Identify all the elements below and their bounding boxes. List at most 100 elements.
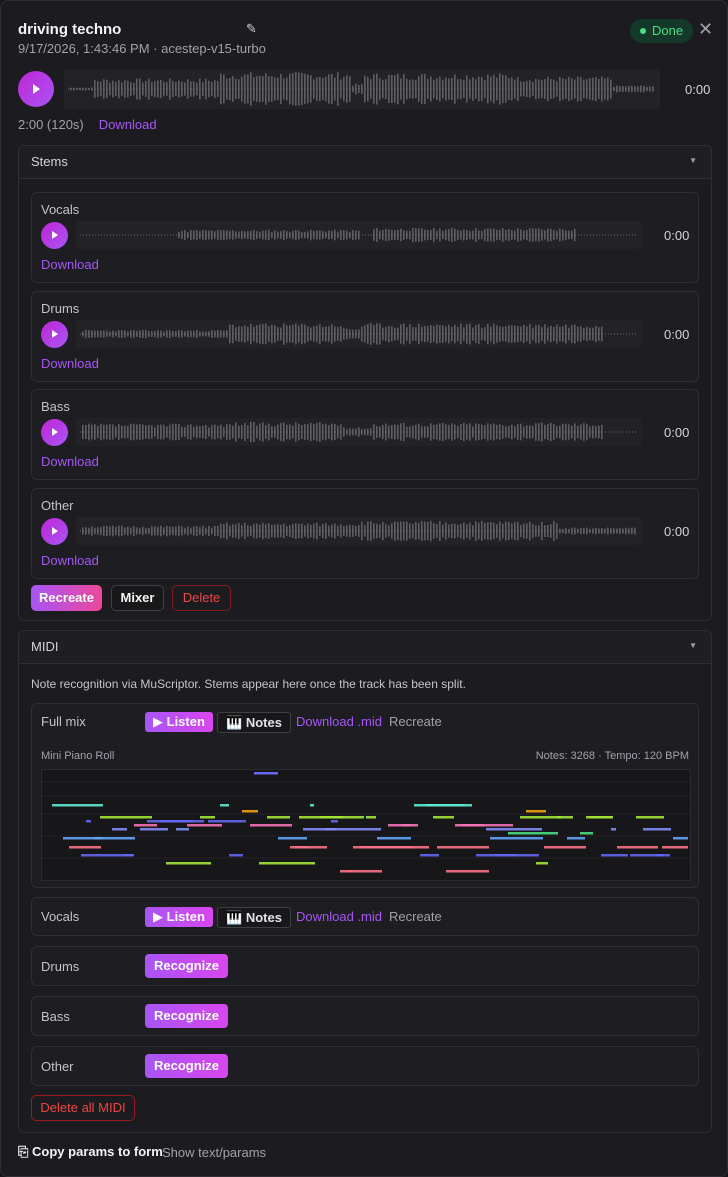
main-waveform[interactable] <box>64 69 660 109</box>
waveform-bar <box>322 230 324 240</box>
download-link[interactable]: Download <box>41 356 99 371</box>
play-icon: ▶ <box>153 909 163 924</box>
waveform-bar <box>358 525 360 537</box>
waveform-bar <box>580 77 582 101</box>
waveform-bar <box>364 75 366 103</box>
waveform-bar <box>484 80 486 98</box>
show-text-params-link[interactable]: Show text/params <box>162 1145 266 1160</box>
download-link[interactable]: Download <box>99 117 157 132</box>
mixer-button[interactable]: Mixer <box>111 585 164 611</box>
waveform-bar <box>529 323 531 345</box>
waveform-bar <box>262 422 264 442</box>
listen-button[interactable]: ▶ Listen <box>145 907 213 927</box>
waveform-bar <box>487 522 489 540</box>
waveform-bar <box>373 74 375 104</box>
status-dot-icon <box>640 27 646 34</box>
copy-params-button[interactable]: ⎘ Copy params to form <box>18 1144 163 1160</box>
stems-header[interactable]: Stems ▼ <box>19 146 711 179</box>
waveform-bar <box>364 325 366 343</box>
stem-waveform[interactable] <box>76 418 642 446</box>
waveform-bar <box>259 231 261 239</box>
midi-row-name: Bass <box>41 1009 70 1024</box>
stem-waveform[interactable] <box>76 320 642 348</box>
waveform-bar <box>361 429 363 435</box>
download-link[interactable]: Download <box>41 454 99 469</box>
waveform-bar <box>130 82 132 96</box>
waveform-bar <box>286 525 288 537</box>
waveform-bar <box>451 423 453 441</box>
close-icon[interactable]: ✕ <box>698 19 713 39</box>
waveform-bar <box>172 80 174 98</box>
waveform-bar <box>241 326 243 342</box>
play-button[interactable] <box>41 222 68 249</box>
waveform-bar <box>259 75 261 103</box>
listen-button[interactable]: ▶ Listen <box>145 712 213 732</box>
piano-roll-note <box>130 837 135 840</box>
waveform-bar <box>184 82 186 96</box>
waveform-bar <box>421 426 423 438</box>
piano-roll-note <box>267 816 290 819</box>
waveform-bar <box>502 523 504 539</box>
waveform-bar <box>235 327 237 341</box>
waveform-bar <box>478 522 480 540</box>
waveform-bar <box>115 81 117 97</box>
waveform-bar <box>355 428 357 436</box>
play-button[interactable] <box>41 419 68 446</box>
download-mid-link[interactable]: Download .mid <box>296 714 382 729</box>
stem-waveform[interactable] <box>76 517 642 545</box>
waveform-bar <box>454 228 456 242</box>
waveform-bar <box>439 325 441 343</box>
waveform-bar <box>382 424 384 440</box>
play-button[interactable] <box>41 321 68 348</box>
recognize-button[interactable]: Recognize <box>145 1054 229 1078</box>
waveform-bar <box>550 325 552 343</box>
waveform-bar <box>466 324 468 344</box>
waveform-bar <box>301 72 303 106</box>
waveform-bar <box>412 425 414 439</box>
waveform-bar <box>88 87 90 91</box>
midi-section: MIDI ▼ Note recognition via MuScriptor. … <box>18 630 712 1133</box>
waveform-bar <box>124 527 126 535</box>
waveform-bar <box>622 528 624 534</box>
notes-button[interactable]: 🎹 Notes <box>217 712 291 733</box>
delete-all-midi-button[interactable]: Delete all MIDI <box>31 1095 135 1121</box>
pencil-icon[interactable]: ✎ <box>246 21 257 37</box>
waveform-bar <box>472 230 474 240</box>
midi-header[interactable]: MIDI ▼ <box>19 631 711 664</box>
delete-stems-button[interactable]: Delete <box>172 585 231 611</box>
recreate-link[interactable]: Recreate <box>389 714 442 729</box>
waveform-bar <box>289 525 291 537</box>
waveform-bar <box>331 324 333 344</box>
waveform-bar <box>385 228 387 242</box>
waveform-bar <box>307 523 309 539</box>
waveform-bar <box>577 326 579 342</box>
waveform-bar <box>448 524 450 538</box>
waveform-bar <box>145 329 147 339</box>
download-link[interactable]: Download <box>41 257 99 272</box>
download-link[interactable]: Download <box>41 553 99 568</box>
waveform-bar <box>178 424 180 440</box>
waveform-bar <box>418 522 420 540</box>
waveform-bar <box>451 523 453 539</box>
waveform-bar <box>538 79 540 99</box>
download-mid-link[interactable]: Download .mid <box>296 909 382 924</box>
waveform-bar <box>238 425 240 439</box>
notes-button[interactable]: 🎹 Notes <box>217 907 291 928</box>
waveform-bar <box>223 427 225 437</box>
waveform-bar <box>217 81 219 97</box>
waveform-bar <box>190 230 192 240</box>
recreate-button[interactable]: Recreate <box>31 585 102 611</box>
recreate-link[interactable]: Recreate <box>389 909 442 924</box>
waveform-bar <box>508 521 510 541</box>
waveform-bar <box>301 231 303 239</box>
recognize-button[interactable]: Recognize <box>145 1004 229 1028</box>
recognize-button[interactable]: Recognize <box>145 954 229 978</box>
waveform-bar <box>475 325 477 343</box>
waveform-bar <box>235 231 237 239</box>
stem-waveform[interactable] <box>76 221 642 249</box>
waveform-bar <box>571 78 573 100</box>
play-button[interactable] <box>41 518 68 545</box>
waveform-bar <box>301 425 303 439</box>
play-button[interactable] <box>18 71 54 107</box>
waveform-bar <box>256 231 258 239</box>
